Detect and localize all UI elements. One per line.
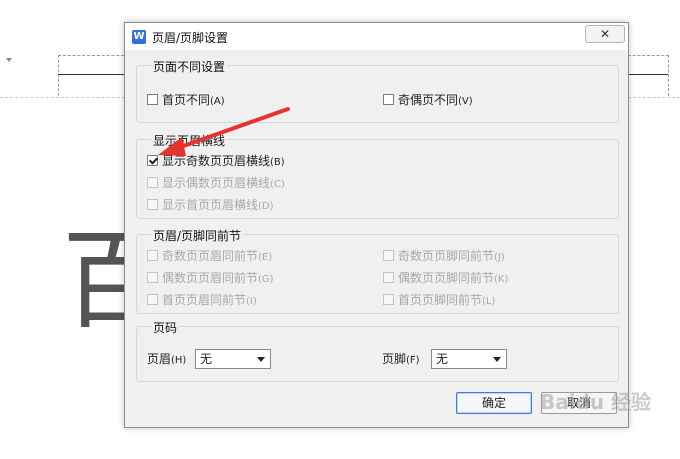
watermark: Baidu 经验 [540,390,652,414]
